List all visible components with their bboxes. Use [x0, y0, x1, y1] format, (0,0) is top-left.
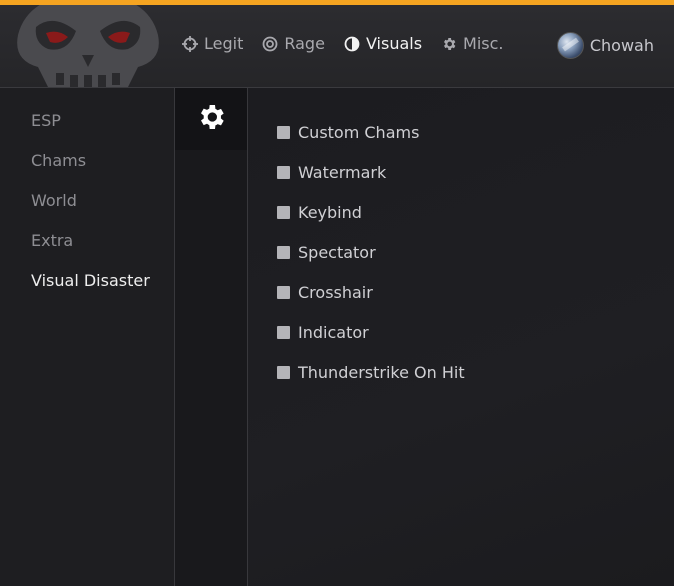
- checkbox[interactable]: [277, 166, 290, 179]
- checkbox[interactable]: [277, 286, 290, 299]
- target-icon: [262, 36, 278, 52]
- gear-icon: [195, 101, 227, 137]
- avatar: [556, 32, 584, 59]
- nav-misc[interactable]: Misc.: [441, 34, 504, 53]
- option-indicator[interactable]: Indicator: [277, 323, 369, 342]
- option-custom-chams[interactable]: Custom Chams: [277, 123, 419, 142]
- option-label: Keybind: [298, 203, 362, 222]
- option-watermark[interactable]: Watermark: [277, 163, 386, 182]
- nav-rage[interactable]: Rage: [262, 34, 325, 53]
- nav-label: Visuals: [365, 34, 423, 53]
- option-label: Indicator: [298, 323, 369, 342]
- option-label: Crosshair: [298, 283, 373, 302]
- option-crosshair[interactable]: Crosshair: [277, 283, 373, 302]
- sidebar-item-world[interactable]: World: [31, 191, 77, 210]
- nav-label: Legit: [204, 34, 244, 53]
- sub-tabs: [175, 88, 248, 586]
- gear-icon: [441, 36, 457, 52]
- checkbox[interactable]: [277, 206, 290, 219]
- option-keybind[interactable]: Keybind: [277, 203, 362, 222]
- option-spectator[interactable]: Spectator: [277, 243, 376, 262]
- crosshair-icon: [182, 35, 198, 52]
- nav-visuals[interactable]: Visuals: [344, 34, 422, 53]
- option-label: Thunderstrike On Hit: [298, 363, 465, 382]
- sidebar: ESP Chams World Extra Visual Disaster: [0, 88, 175, 586]
- checkbox[interactable]: [277, 126, 290, 139]
- sidebar-item-esp[interactable]: ESP: [31, 111, 61, 130]
- user-profile[interactable]: Chowah: [556, 32, 654, 59]
- option-label: Watermark: [298, 163, 387, 182]
- option-thunderstrike-on-hit[interactable]: Thunderstrike On Hit: [277, 363, 465, 382]
- options-panel: Custom Chams Watermark Keybind Spectator…: [248, 88, 674, 586]
- checkbox[interactable]: [277, 366, 290, 379]
- main-nav: Legit Rage Visuals Misc.: [182, 34, 523, 53]
- username: Chowah: [589, 36, 654, 55]
- sidebar-item-extra[interactable]: Extra: [31, 231, 73, 250]
- subtab-settings[interactable]: [175, 88, 247, 150]
- half-circle-icon: [344, 36, 360, 52]
- checkbox[interactable]: [277, 246, 290, 259]
- header: Legit Rage Visuals Misc. Chowah: [0, 5, 674, 88]
- sidebar-item-chams[interactable]: Chams: [31, 151, 86, 170]
- nav-label: Misc.: [463, 34, 504, 53]
- checkbox[interactable]: [277, 326, 290, 339]
- nav-legit[interactable]: Legit: [182, 34, 243, 53]
- option-label: Spectator: [298, 243, 376, 262]
- nav-label: Rage: [284, 34, 325, 53]
- option-label: Custom Chams: [298, 123, 420, 142]
- skull-logo: [8, 5, 168, 87]
- sidebar-item-visual-disaster[interactable]: Visual Disaster: [31, 271, 150, 290]
